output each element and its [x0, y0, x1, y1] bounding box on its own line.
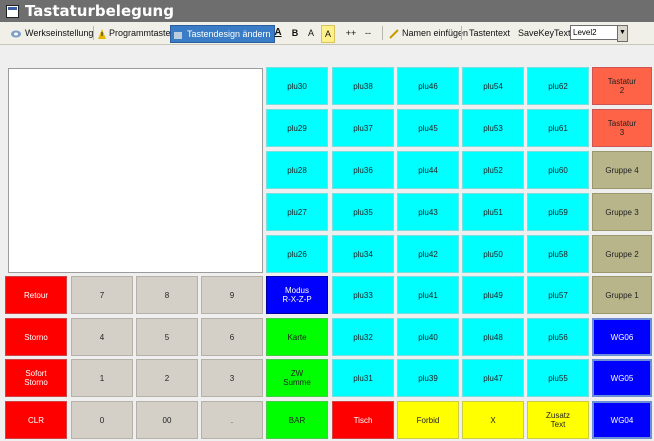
key-8[interactable]: 8	[136, 276, 198, 314]
key-zusatz-text[interactable]: Zusatz Text	[527, 401, 589, 439]
font-small-button[interactable]: A	[306, 25, 316, 41]
key-6[interactable]: 6	[201, 318, 263, 356]
key-plu59[interactable]: plu59	[527, 193, 589, 231]
key-plu54[interactable]: plu54	[462, 67, 524, 105]
key-plu48[interactable]: plu48	[462, 318, 524, 356]
key-gruppe-1[interactable]: Gruppe 1	[592, 276, 652, 314]
pencil-icon	[389, 28, 399, 39]
key-plu52[interactable]: plu52	[462, 151, 524, 189]
key-plu58[interactable]: plu58	[527, 235, 589, 273]
tastendesign-button[interactable]: Tastendesign ändern	[170, 25, 275, 43]
key-forbid[interactable]: Forbid	[397, 401, 459, 439]
key-plu60[interactable]: plu60	[527, 151, 589, 189]
key-sofort-storno[interactable]: Sofort Storno	[5, 359, 67, 397]
key-3[interactable]: 3	[201, 359, 263, 397]
savekeytext-button[interactable]: SaveKeyText	[518, 25, 571, 41]
key-plu51[interactable]: plu51	[462, 193, 524, 231]
key-plu45[interactable]: plu45	[397, 109, 459, 147]
key-plu55[interactable]: plu55	[527, 359, 589, 397]
key-plu39[interactable]: plu39	[397, 359, 459, 397]
key-plu31[interactable]: plu31	[332, 359, 394, 397]
key-7[interactable]: 7	[71, 276, 133, 314]
key-bar[interactable]: BAR	[266, 401, 328, 439]
key-1[interactable]: 1	[71, 359, 133, 397]
title-bar: Tastaturbelegung	[0, 0, 654, 22]
key-2[interactable]: 2	[136, 359, 198, 397]
key-tastatur-2[interactable]: Tastatur 2	[592, 67, 652, 105]
key-5[interactable]: 5	[136, 318, 198, 356]
key-plu53[interactable]: plu53	[462, 109, 524, 147]
key-plu35[interactable]: plu35	[332, 193, 394, 231]
key-plu62[interactable]: plu62	[527, 67, 589, 105]
key-plu57[interactable]: plu57	[527, 276, 589, 314]
key-plu30[interactable]: plu30	[266, 67, 328, 105]
key-retour[interactable]: Retour	[5, 276, 67, 314]
key-tastatur-3[interactable]: Tastatur 3	[592, 109, 652, 147]
key-storno[interactable]: Storno	[5, 318, 67, 356]
separator	[461, 26, 462, 40]
key-gruppe-3[interactable]: Gruppe 3	[592, 193, 652, 231]
key-plu43[interactable]: plu43	[397, 193, 459, 231]
key-plu28[interactable]: plu28	[266, 151, 328, 189]
key-plu29[interactable]: plu29	[266, 109, 328, 147]
key-plu27[interactable]: plu27	[266, 193, 328, 231]
key-plu49[interactable]: plu49	[462, 276, 524, 314]
key-plu33[interactable]: plu33	[332, 276, 394, 314]
key-plu47[interactable]: plu47	[462, 359, 524, 397]
font-increase-button[interactable]: ++	[344, 25, 358, 41]
app-icon	[6, 5, 19, 18]
werkseinstellung-button[interactable]: Werkseinstellung	[10, 25, 93, 41]
font-decrease-button[interactable]: --	[362, 25, 374, 41]
key-modus[interactable]: Modus R-X-Z-P	[266, 276, 328, 314]
chevron-down-icon[interactable]: ▼	[617, 25, 628, 42]
font-underline-button[interactable]: A	[273, 25, 283, 41]
key-wg06[interactable]: WG06	[592, 318, 652, 356]
key-plu37[interactable]: plu37	[332, 109, 394, 147]
separator	[93, 26, 94, 40]
key-4[interactable]: 4	[71, 318, 133, 356]
font-bold-button[interactable]: B	[290, 25, 300, 41]
key-karte[interactable]: Karte	[266, 318, 328, 356]
key-plu32[interactable]: plu32	[332, 318, 394, 356]
key-clr[interactable]: CLR	[5, 401, 67, 439]
key-x[interactable]: X	[462, 401, 524, 439]
key-plu38[interactable]: plu38	[332, 67, 394, 105]
separator	[382, 26, 383, 40]
key-plu61[interactable]: plu61	[527, 109, 589, 147]
key-plu56[interactable]: plu56	[527, 318, 589, 356]
key-00[interactable]: 00	[136, 401, 198, 439]
key-gruppe-2[interactable]: Gruppe 2	[592, 235, 652, 273]
warning-icon	[98, 28, 106, 39]
display-panel	[8, 68, 263, 273]
key-plu34[interactable]: plu34	[332, 235, 394, 273]
key-gruppe-4[interactable]: Gruppe 4	[592, 151, 652, 189]
key-0[interactable]: 0	[71, 401, 133, 439]
namen-einfuegen-button[interactable]: Namen einfügen	[389, 25, 468, 41]
font-highlight-button[interactable]: A	[321, 25, 335, 43]
programmtasten-button[interactable]: Programmtasten	[98, 25, 176, 41]
toolbar: Werkseinstellung Programmtasten Tastende…	[0, 22, 654, 45]
key-decimal[interactable]: .	[201, 401, 263, 439]
key-zw-summe[interactable]: ZW Summe	[266, 359, 328, 397]
key-plu36[interactable]: plu36	[332, 151, 394, 189]
key-wg04[interactable]: WG04	[592, 401, 652, 439]
key-plu41[interactable]: plu41	[397, 276, 459, 314]
tastentext-button[interactable]: Tastentext	[469, 25, 510, 41]
key-plu42[interactable]: plu42	[397, 235, 459, 273]
design-icon	[174, 31, 182, 39]
key-plu46[interactable]: plu46	[397, 67, 459, 105]
key-plu26[interactable]: plu26	[266, 235, 328, 273]
key-wg05[interactable]: WG05	[592, 359, 652, 397]
spacer-strip	[0, 45, 654, 63]
key-plu50[interactable]: plu50	[462, 235, 524, 273]
key-9[interactable]: 9	[201, 276, 263, 314]
factory-icon	[11, 30, 21, 38]
key-plu40[interactable]: plu40	[397, 318, 459, 356]
key-plu44[interactable]: plu44	[397, 151, 459, 189]
key-tisch[interactable]: Tisch	[332, 401, 394, 439]
window-title: Tastaturbelegung	[25, 2, 174, 20]
